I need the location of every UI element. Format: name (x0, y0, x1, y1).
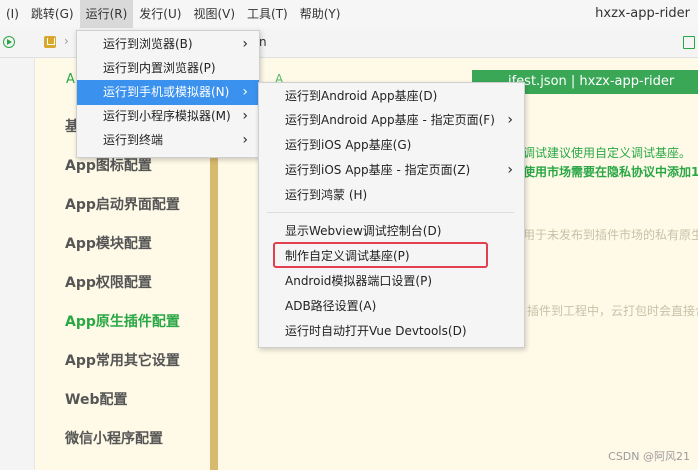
content-hint-3: 用于未发布到插件市场的私有原生插 (523, 228, 698, 242)
run-android-base[interactable]: 运行到Android App基座(D) (259, 84, 524, 109)
nav-item-splash[interactable]: App启动界面配置 (65, 194, 180, 214)
run-to-terminal[interactable]: 运行到终端 › (77, 128, 259, 153)
nav-divider (210, 130, 218, 470)
watermark: CSDN @阿风21 (608, 450, 690, 463)
chevron-right-icon: › (242, 84, 248, 100)
nav-item-permissions[interactable]: App权限配置 (65, 272, 152, 292)
content-hint-2: 使用市场需要在隐私协议中添加1 (523, 165, 698, 179)
breadcrumb-tail: n (259, 35, 267, 49)
run-to-builtin-browser[interactable]: 运行到内置浏览器(P) (77, 56, 259, 81)
nav-item-native-plugins[interactable]: App原生插件配置 (65, 311, 180, 331)
menu-item-help[interactable]: 帮助(Y) (294, 0, 347, 28)
menu-label: 运行到手机或模拟器(N) (103, 85, 230, 99)
menu-item-tools[interactable]: 工具(T) (241, 0, 294, 28)
chevron-right-icon: › (242, 108, 248, 124)
menu-label: 运行到iOS App基座 - 指定页面(Z) (285, 163, 471, 177)
menu-label: 运行到小程序模拟器(M) (103, 109, 231, 123)
run-android-base-page[interactable]: 运行到Android App基座 - 指定页面(F) › (259, 108, 524, 133)
nav-item-app-icon[interactable]: App图标配置 (65, 155, 152, 175)
menu-label: 显示Webview调试控制台(D) (285, 224, 442, 238)
content-hint-4: 插件到工程中，云打包时会直接合 (527, 304, 698, 318)
chevron-right-icon: › (242, 36, 248, 52)
menu-label: 运行到Android App基座(D) (285, 89, 438, 103)
nav-top-label: A (66, 72, 75, 87)
show-webview-console[interactable]: 显示Webview调试控制台(D) (259, 219, 524, 244)
nav-item-modules[interactable]: App模块配置 (65, 233, 152, 253)
menu-item-view[interactable]: 视图(V) (187, 0, 241, 28)
menu-item-partial[interactable]: (I) (0, 0, 25, 28)
window-title: hxzx-app-rider (595, 6, 690, 21)
annotation-highlight-box (273, 242, 488, 268)
chevron-right-icon: › (507, 112, 513, 128)
content-hint-1: 调试建议使用自定义调试基座。 (523, 146, 692, 160)
menu-label: ADB路径设置(A) (285, 299, 377, 313)
menu-item-publish[interactable]: 发行(U) (133, 0, 187, 28)
run-harmony[interactable]: 运行到鸿蒙 (H) (259, 183, 524, 208)
run-ios-base[interactable]: 运行到iOS App基座(G) (259, 133, 524, 158)
run-to-miniprogram[interactable]: 运行到小程序模拟器(M) › (77, 104, 259, 129)
project-explorer (0, 58, 35, 470)
menu-label: 运行到鸿蒙 (H) (285, 188, 368, 202)
menu-item-run[interactable]: 运行(R) (79, 0, 134, 28)
menu-label: 运行到终端 (103, 133, 164, 147)
run-to-device[interactable]: 运行到手机或模拟器(N) › (77, 80, 259, 105)
adb-path-settings[interactable]: ADB路径设置(A) (259, 294, 524, 319)
android-emulator-port[interactable]: Android模拟器端口设置(P) (259, 269, 524, 294)
menu-separator (267, 212, 514, 213)
auto-open-vue-devtools[interactable]: 运行时自动打开Vue Devtools(D) (259, 319, 524, 344)
menu-item-goto[interactable]: 跳转(G) (25, 0, 80, 28)
project-icon[interactable] (44, 36, 56, 48)
nav-item-wechat-miniprogram[interactable]: 微信小程序配置 (65, 428, 163, 448)
run-menu: 运行到浏览器(B) › 运行到内置浏览器(P) 运行到手机或模拟器(N) › 运行到… (76, 30, 260, 158)
chevron-right-icon: › (507, 162, 513, 178)
run-icon[interactable] (3, 36, 15, 48)
nav-item-other-settings[interactable]: App常用其它设置 (65, 350, 180, 370)
nav-item-web[interactable]: Web配置 (65, 389, 127, 409)
menu-label: 运行时自动打开Vue Devtools(D) (285, 324, 467, 338)
menu-label: Android模拟器端口设置(P) (285, 274, 432, 288)
menu-label: 运行到内置浏览器(P) (103, 61, 216, 75)
menu-label: 运行到浏览器(B) (103, 37, 193, 51)
menu-bar: (I) 跳转(G) 运行(R) 发行(U) 视图(V) 工具(T) 帮助(Y) … (0, 0, 698, 28)
menu-label: 运行到Android App基座 - 指定页面(F) (285, 113, 495, 127)
menu-label: 运行到iOS App基座(G) (285, 138, 412, 152)
device-submenu: 运行到Android App基座(D) 运行到Android App基座 - 指… (258, 82, 525, 348)
chevron-right-icon: › (242, 132, 248, 148)
preview-icon[interactable] (683, 36, 695, 49)
run-ios-base-page[interactable]: 运行到iOS App基座 - 指定页面(Z) › (259, 158, 524, 183)
run-to-browser[interactable]: 运行到浏览器(B) › (77, 32, 259, 57)
chevron-right-icon: › (64, 34, 69, 48)
